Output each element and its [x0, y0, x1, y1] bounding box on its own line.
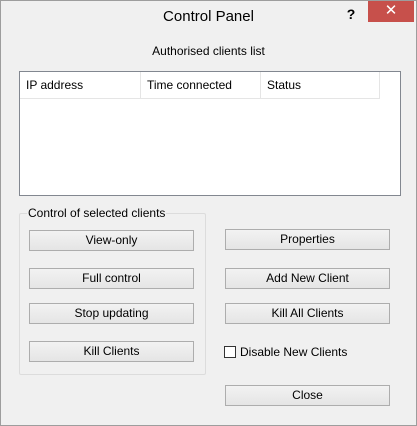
properties-button[interactable]: Properties: [225, 229, 390, 250]
disable-new-clients-checkbox[interactable]: [224, 346, 236, 358]
close-button[interactable]: Close: [225, 385, 390, 406]
kill-all-clients-button[interactable]: Kill All Clients: [225, 303, 390, 324]
clients-list-header: IP address Time connected Status: [20, 72, 380, 99]
disable-new-clients-option[interactable]: Disable New Clients: [224, 344, 347, 360]
column-header-ip-address[interactable]: IP address: [20, 72, 141, 98]
title-bar[interactable]: Control Panel ? ✕: [1, 1, 416, 31]
stop-updating-button[interactable]: Stop updating: [29, 303, 194, 324]
add-new-client-button[interactable]: Add New Client: [225, 268, 390, 289]
column-header-status[interactable]: Status: [261, 72, 380, 98]
view-only-button[interactable]: View-only: [29, 230, 194, 251]
control-group-label: Control of selected clients: [27, 206, 167, 220]
full-control-button[interactable]: Full control: [29, 268, 194, 289]
column-header-time-connected[interactable]: Time connected: [141, 72, 261, 98]
clients-list[interactable]: IP address Time connected Status: [19, 71, 401, 196]
kill-clients-button[interactable]: Kill Clients: [29, 341, 194, 362]
help-icon[interactable]: ?: [338, 3, 364, 25]
close-window-icon[interactable]: ✕: [368, 1, 414, 22]
clients-list-caption: Authorised clients list: [152, 44, 265, 58]
disable-new-clients-label[interactable]: Disable New Clients: [240, 345, 347, 359]
